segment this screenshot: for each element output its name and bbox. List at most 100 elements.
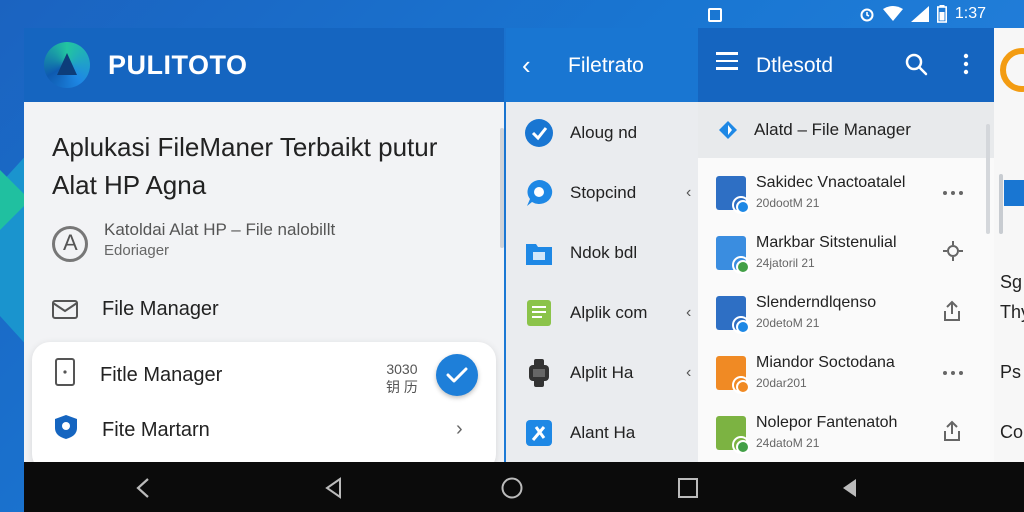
mail-icon [52, 296, 78, 322]
status-time: 1:37 [954, 5, 986, 22]
chat-bubble-icon [524, 178, 554, 208]
category-item[interactable]: Stopcind ‹ [524, 178, 694, 208]
category-label: Aloug nd [570, 123, 638, 142]
cropped-text: Ps [1000, 362, 1022, 382]
file-row[interactable]: Miandor Soctodana 20dar201 [716, 350, 978, 400]
app-title: PULITOTO [108, 50, 248, 80]
category-item[interactable]: Aloug nd [524, 118, 694, 148]
info-text: Katoldai Alat HP – File nalobillt [104, 220, 336, 239]
category-label: Ndok bdl [570, 243, 638, 262]
chevron-left-icon[interactable]: ‹ [686, 364, 691, 382]
file-row[interactable]: Markbar Sitstenulial 24jatoril 21 [716, 230, 978, 280]
file-date: 24jatoril 21 [756, 256, 815, 270]
file-name: Sakidec Vnactoatalel [756, 174, 906, 191]
list-item-file-manager[interactable]: File Manager [52, 296, 219, 322]
chevron-left-icon[interactable]: ‹ [686, 184, 691, 202]
shield-icon [54, 414, 78, 446]
chevron-left-icon[interactable]: ‹ [686, 304, 691, 322]
file-row[interactable]: Slenderndlqenso 20detoM 21 [716, 290, 978, 340]
menu-icon[interactable] [716, 52, 738, 75]
app-screen-files: Dtlesotd Alatd – File Manager Sakidec Vn… [698, 28, 994, 462]
file-row[interactable]: Sakidec Vnactoatalel 20dootM 21 [716, 170, 978, 220]
home-icon[interactable] [500, 476, 524, 500]
app-header: Dtlesotd [698, 28, 994, 102]
file-date: 20dootM 21 [756, 196, 820, 210]
category-label: Alplik com [570, 303, 648, 322]
card-item-label: Fite Martarn [102, 418, 210, 441]
file-badge-icon [736, 380, 750, 394]
alarm-icon [860, 8, 874, 22]
app-logo-icon [44, 42, 90, 88]
scrollbar[interactable] [986, 124, 990, 234]
screen-title: Dtlesotd [756, 54, 834, 77]
back-nav-icon[interactable] [132, 476, 156, 500]
category-item[interactable]: Alant Ha [524, 418, 694, 448]
chevron-right-icon[interactable]: › [456, 418, 463, 441]
highlight-bar [1004, 180, 1024, 206]
location-bar[interactable]: Alatd – File Manager [698, 102, 994, 158]
watch-icon [524, 358, 554, 388]
file-row[interactable]: Nolepor Fantenatoh 24datoM 21 [716, 410, 978, 460]
file-name: Markbar Sitstenulial [756, 234, 897, 251]
ring-icon [1000, 48, 1024, 92]
more-vertical-icon[interactable] [962, 52, 970, 76]
list-item-label: File Manager [102, 297, 219, 320]
file-name: Slenderndlqenso [756, 294, 877, 311]
back-arrow-icon[interactable]: ‹ [522, 50, 531, 81]
check-circle-icon [524, 118, 554, 148]
tool-icon [524, 418, 554, 448]
location-label: Alatd – File Manager [754, 120, 911, 139]
file-name: Nolepor Fantenatoh [756, 414, 898, 431]
file-date: 24datoM 21 [756, 436, 820, 450]
more-horizontal-icon[interactable] [942, 360, 964, 381]
navigation-icon [719, 121, 737, 139]
screen-title: Filetrato [568, 54, 644, 77]
card-item-file-manager[interactable]: Fitle Manager [54, 358, 222, 392]
cropped-text: Sg [1000, 272, 1023, 292]
cropped-text: Thy [1000, 302, 1024, 322]
back-triangle-icon[interactable] [322, 476, 346, 500]
file-date: 20detoM 21 [756, 316, 820, 330]
gear-icon[interactable] [942, 240, 964, 267]
battery-icon [936, 5, 947, 23]
file-name: Miandor Soctodana [756, 354, 895, 371]
share-icon[interactable] [942, 420, 962, 447]
card-meta-bottom: 钥 历 [386, 379, 418, 395]
wifi-icon [882, 6, 903, 21]
category-label: Stopcind [570, 183, 637, 202]
phone-icon [54, 358, 76, 392]
back-filled-icon[interactable] [838, 476, 862, 500]
check-button[interactable] [436, 354, 478, 396]
scrollbar[interactable] [999, 174, 1003, 234]
card-item-meta: 3030 钥 历 [386, 360, 418, 396]
more-horizontal-icon[interactable] [942, 180, 964, 201]
card-item-fite-martarn[interactable]: Fite Martarn [54, 414, 210, 446]
info-icon [52, 226, 88, 262]
scrollbar[interactable] [500, 128, 504, 248]
navigation-bar [24, 462, 1024, 512]
page-title: Aplukasi FileManer Terbaikt putur Alat H… [52, 132, 438, 200]
app-screen-filetrato: ‹ Filetrato Aloug nd Stopcind ‹ Ndok bdl Alp… [506, 28, 698, 462]
card-meta-top: 3030 [386, 361, 418, 377]
category-label: Alplit Ha [570, 363, 634, 382]
status-bar: 1:37 [700, 0, 1024, 30]
category-item[interactable]: Alplit Ha ‹ [524, 358, 694, 388]
check-icon [446, 367, 468, 383]
file-badge-icon [736, 200, 750, 214]
cropped-text: Co [1000, 422, 1024, 442]
app-screen-main: PULITOTO Aplukasi FileManer Terbaikt put… [24, 28, 504, 462]
recents-icon[interactable] [676, 476, 700, 500]
file-badge-icon [736, 320, 750, 334]
file-badge-icon [736, 260, 750, 274]
lock-status-icon [708, 8, 722, 22]
category-item[interactable]: Ndok bdl [524, 238, 694, 268]
card-item-label: Fitle Manager [100, 363, 223, 386]
share-icon[interactable] [942, 300, 962, 327]
app-header: ‹ Filetrato [506, 28, 698, 102]
document-icon [524, 298, 554, 328]
category-item[interactable]: Alplik com ‹ [524, 298, 694, 328]
signal-icon [910, 6, 929, 22]
search-icon[interactable] [904, 52, 928, 76]
folder-icon [524, 238, 554, 268]
category-label: Alant Ha [570, 423, 636, 442]
